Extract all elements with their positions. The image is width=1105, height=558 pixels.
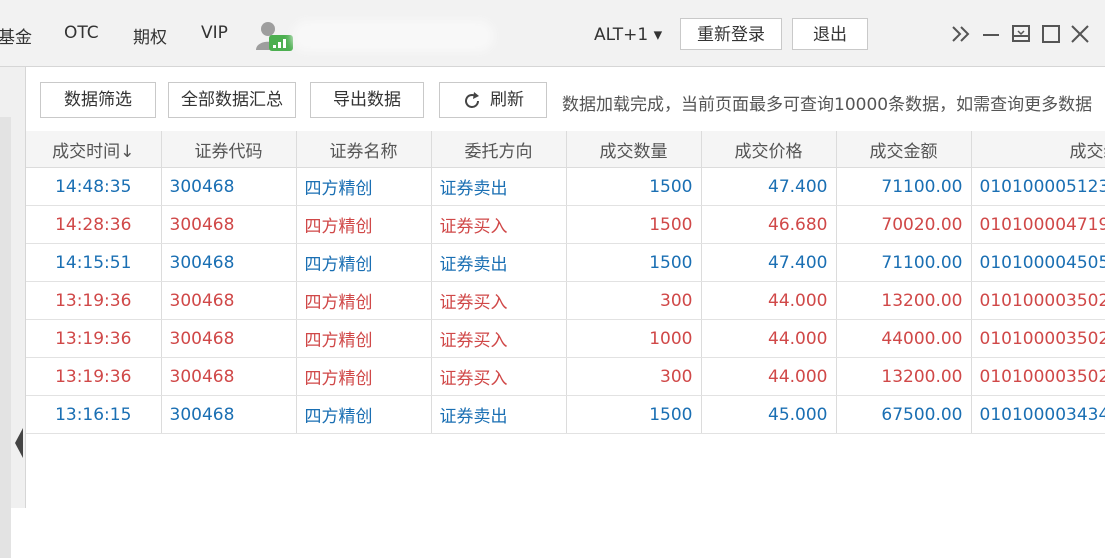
column-header-qty[interactable]: 成交数量 (566, 131, 702, 168)
user-avatar-icon[interactable] (255, 20, 295, 52)
cell-time: 13:16:15 (26, 395, 162, 434)
cell-side: 证券买入 (431, 205, 567, 244)
cell-time: 14:48:35 (26, 167, 162, 206)
nav-item-vip[interactable]: VIP (201, 23, 228, 43)
cell-code: 300468 (161, 243, 297, 282)
minimize-icon[interactable] (980, 22, 1002, 46)
logout-button[interactable]: 退出 (792, 18, 868, 50)
column-header-id[interactable]: 成交编号 (971, 131, 1105, 168)
top-bar: 基金 OTC 期权 VIP ALT+1 ▾ 重新登录 退出 (0, 0, 1105, 67)
left-panel (0, 67, 26, 558)
summary-button[interactable]: 全部数据汇总 (168, 82, 296, 118)
cell-price: 44.000 (701, 319, 837, 358)
nav-item-fund[interactable]: 基金 (0, 23, 32, 48)
cell-trade-id: 0101000045050 (971, 243, 1105, 282)
table-row[interactable]: 14:28:36 300468 四方精创 证券买入 1500 46.680 70020.00… (26, 205, 1105, 244)
refresh-label: 刷新 (490, 90, 524, 110)
cell-trade-id: 0101000035020 (971, 281, 1105, 320)
cell-code: 300468 (161, 205, 297, 244)
column-header-name[interactable]: 证券名称 (296, 131, 432, 168)
column-header-price[interactable]: 成交价格 (701, 131, 837, 168)
cell-trade-id: 0101000047190 (971, 205, 1105, 244)
relogin-button[interactable]: 重新登录 (680, 18, 782, 50)
cell-name: 四方精创 (296, 205, 432, 244)
column-header-side[interactable]: 委托方向 (431, 131, 567, 168)
cell-qty: 1500 (566, 167, 702, 206)
maximize-icon[interactable] (1040, 22, 1062, 46)
cell-amount: 13200.00 (836, 281, 972, 320)
table-row[interactable]: 13:16:15 300468 四方精创 证券卖出 1500 45.000 67500.00… (26, 395, 1105, 434)
table-row[interactable]: 14:15:51 300468 四方精创 证券卖出 1500 47.400 71100.00… (26, 243, 1105, 282)
cell-price: 47.400 (701, 243, 837, 282)
cell-time: 14:15:51 (26, 243, 162, 282)
cell-qty: 300 (566, 357, 702, 396)
cell-amount: 67500.00 (836, 395, 972, 434)
cell-side: 证券卖出 (431, 395, 567, 434)
cell-name: 四方精创 (296, 395, 432, 434)
cell-side: 证券卖出 (431, 167, 567, 206)
column-header-time[interactable]: 成交时间↓ (26, 131, 162, 168)
trade-table: 成交时间↓ 证券代码 证券名称 委托方向 成交数量 成交价格 成交金额 成交编号… (26, 131, 1105, 508)
cell-trade-id: 0101000035020 (971, 319, 1105, 358)
table-row[interactable]: 13:19:36 300468 四方精创 证券买入 300 44.000 13200.00 0… (26, 281, 1105, 320)
cell-amount: 44000.00 (836, 319, 972, 358)
collapse-arrow-icon[interactable] (14, 426, 24, 460)
nav-item-otc[interactable]: OTC (64, 23, 99, 43)
cell-amount: 71100.00 (836, 167, 972, 206)
account-name-masked (298, 26, 488, 46)
table-row[interactable]: 13:19:36 300468 四方精创 证券买入 1000 44.000 44000.00… (26, 319, 1105, 358)
cell-qty: 1500 (566, 243, 702, 282)
cell-time: 13:19:36 (26, 319, 162, 358)
cell-name: 四方精创 (296, 281, 432, 320)
cell-time: 13:19:36 (26, 281, 162, 320)
cell-qty: 1500 (566, 205, 702, 244)
cell-qty: 1000 (566, 319, 702, 358)
cell-name: 四方精创 (296, 357, 432, 396)
filter-button[interactable]: 数据筛选 (40, 82, 156, 118)
cell-price: 44.000 (701, 281, 837, 320)
cell-trade-id: 0101000035020 (971, 357, 1105, 396)
cell-trade-id: 0101000034340 (971, 395, 1105, 434)
refresh-icon (465, 92, 479, 108)
table-header: 成交时间↓ 证券代码 证券名称 委托方向 成交数量 成交价格 成交金额 成交编号 (26, 131, 1105, 168)
column-header-code[interactable]: 证券代码 (161, 131, 297, 168)
cell-code: 300468 (161, 395, 297, 434)
cell-price: 45.000 (701, 395, 837, 434)
left-panel-track (0, 117, 11, 558)
cell-code: 300468 (161, 319, 297, 358)
table-row[interactable]: 14:48:35 300468 四方精创 证券卖出 1500 47.400 71100.00… (26, 167, 1105, 206)
cell-price: 44.000 (701, 357, 837, 396)
cell-side: 证券买入 (431, 281, 567, 320)
cell-price: 46.680 (701, 205, 837, 244)
cell-amount: 71100.00 (836, 243, 972, 282)
cell-side: 证券卖出 (431, 243, 567, 282)
table-row[interactable]: 13:19:36 300468 四方精创 证券买入 300 44.000 13200.00 0… (26, 357, 1105, 396)
cell-time: 13:19:36 (26, 357, 162, 396)
restore-icon[interactable] (1010, 22, 1032, 46)
more-icon[interactable] (950, 22, 972, 46)
export-button[interactable]: 导出数据 (310, 82, 424, 118)
cell-trade-id: 0101000051230 (971, 167, 1105, 206)
cell-name: 四方精创 (296, 167, 432, 206)
account-switch[interactable]: ALT+1 ▾ (594, 25, 662, 45)
status-message: 数据加载完成，当前页面最多可查询10000条数据，如需查询更多数据 (562, 95, 1093, 115)
cell-code: 300468 (161, 281, 297, 320)
cell-name: 四方精创 (296, 243, 432, 282)
cell-amount: 70020.00 (836, 205, 972, 244)
cell-price: 47.400 (701, 167, 837, 206)
cell-time: 14:28:36 (26, 205, 162, 244)
cell-side: 证券买入 (431, 357, 567, 396)
nav-item-options[interactable]: 期权 (133, 23, 167, 48)
refresh-button[interactable]: 刷新 (439, 82, 547, 118)
cell-code: 300468 (161, 357, 297, 396)
cell-amount: 13200.00 (836, 357, 972, 396)
close-icon[interactable] (1069, 22, 1091, 46)
cell-code: 300468 (161, 167, 297, 206)
cell-qty: 1500 (566, 395, 702, 434)
cell-qty: 300 (566, 281, 702, 320)
cell-name: 四方精创 (296, 319, 432, 358)
column-header-amount[interactable]: 成交金额 (836, 131, 972, 168)
cell-side: 证券买入 (431, 319, 567, 358)
